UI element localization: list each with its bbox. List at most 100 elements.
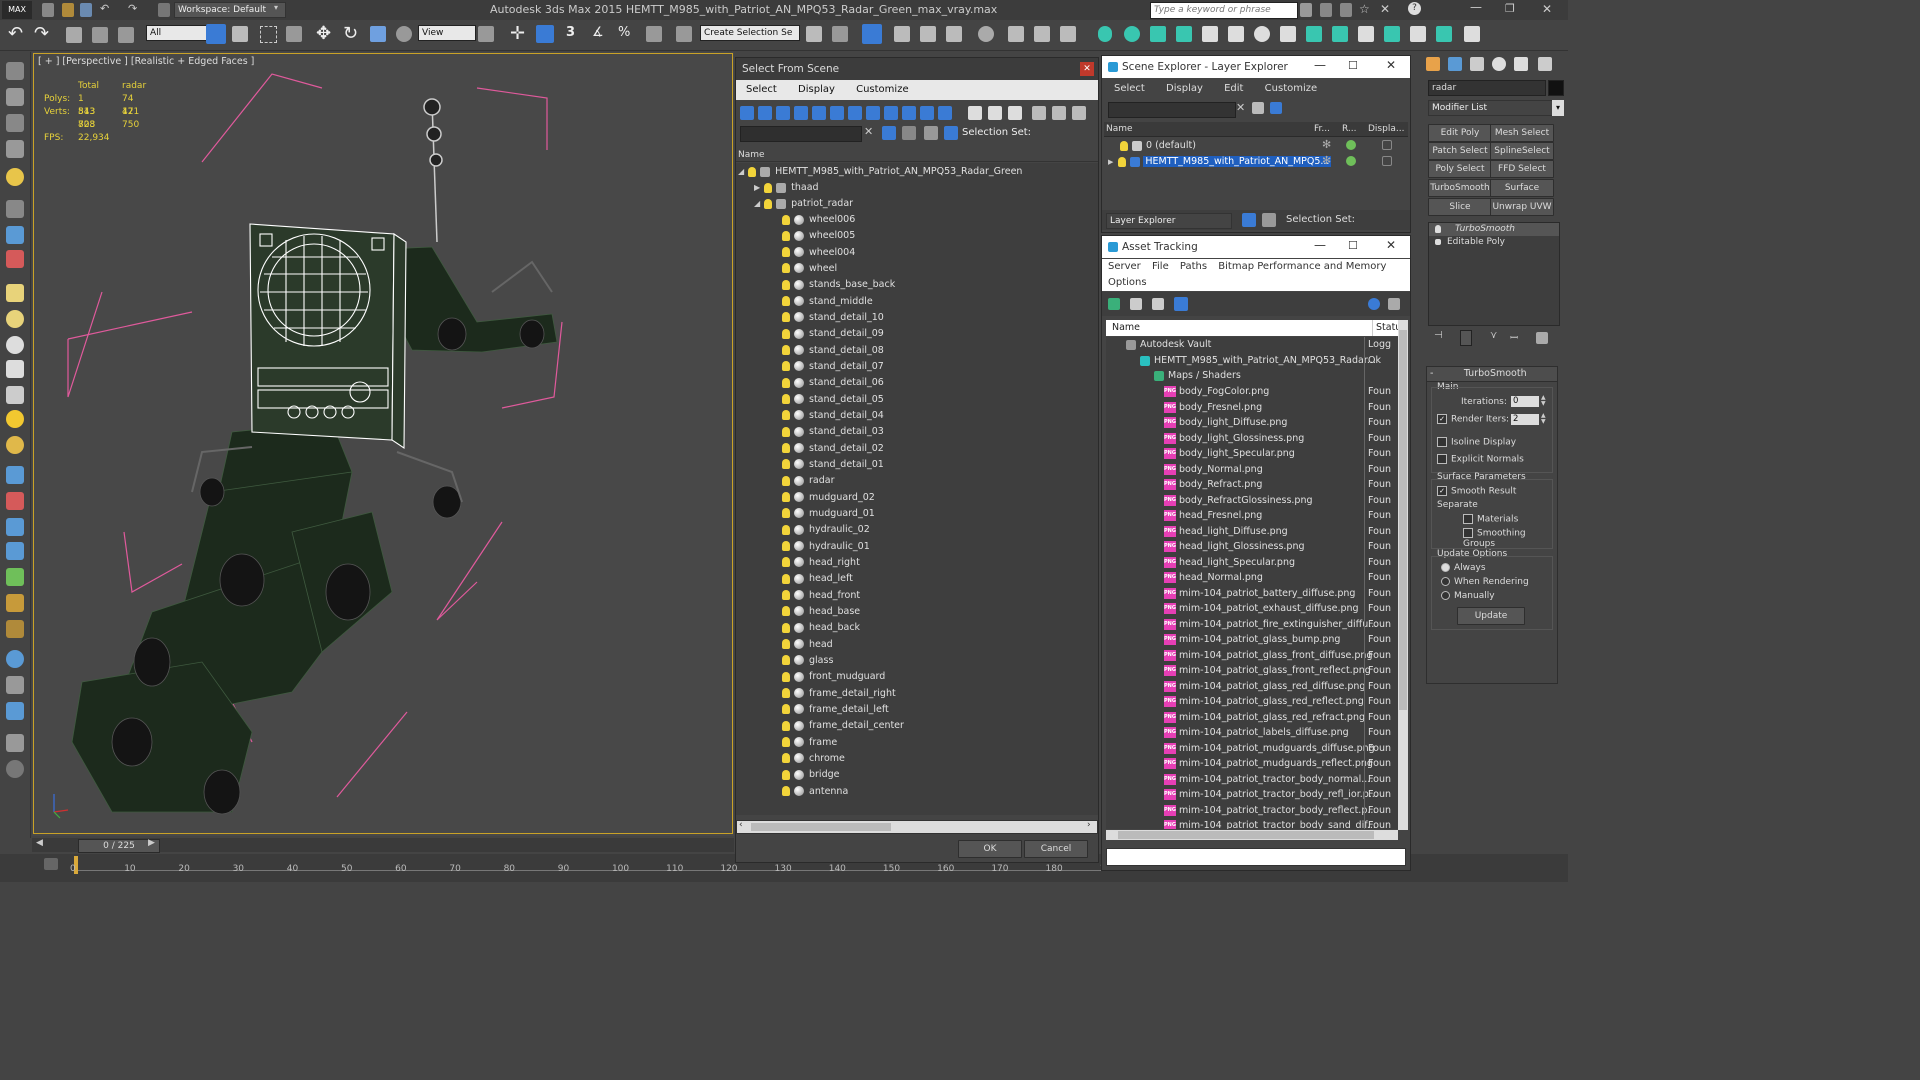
light-bulb-icon[interactable]: [782, 475, 790, 486]
display-spacewarps-icon[interactable]: [830, 106, 844, 120]
pivot-center-icon[interactable]: [478, 26, 494, 42]
create-tab-icon[interactable]: [1426, 57, 1440, 71]
smooth-result-checkbox[interactable]: ✓ Smooth Result: [1437, 486, 1516, 497]
object-list-row[interactable]: head_back: [782, 620, 860, 636]
se-clear-find-icon[interactable]: ✕: [1236, 101, 1245, 114]
bones-icon[interactable]: [6, 518, 24, 536]
object-color-swatch[interactable]: [1548, 80, 1564, 96]
ok-button[interactable]: OK: [958, 840, 1022, 858]
texture-file-row[interactable]: PNG mim-104_patriot_tractor_body_refl_ior…: [1164, 787, 1378, 803]
move-icon[interactable]: ✥: [316, 23, 331, 44]
update-button[interactable]: Update: [1457, 607, 1525, 625]
object-list-row[interactable]: stand_detail_01: [782, 457, 884, 473]
surface-select-button[interactable]: Surface Select: [1490, 179, 1554, 209]
scroll-right-icon[interactable]: ›: [1087, 820, 1091, 830]
object-list-row[interactable]: frame_detail_center: [782, 718, 904, 734]
configure-sets-icon[interactable]: [1536, 332, 1548, 344]
object-list-row[interactable]: wheel: [782, 261, 837, 277]
scale-icon[interactable]: [370, 26, 386, 42]
se-menu-edit[interactable]: Edit: [1224, 83, 1243, 94]
sun-light-icon[interactable]: [6, 410, 24, 428]
light-bulb-icon[interactable]: [782, 328, 790, 339]
cone-primitive-icon[interactable]: [6, 360, 24, 378]
remove-modifier-icon[interactable]: ꟷ: [1510, 330, 1518, 344]
modifier-list-dropdown[interactable]: Modifier List: [1428, 100, 1560, 116]
asset-row[interactable]: Maps / Shaders: [1154, 368, 1241, 384]
asset-table[interactable]: Autodesk Vault HEMTT_M985_with_Patriot_A…: [1106, 337, 1398, 829]
display-bones-icon[interactable]: [884, 106, 898, 120]
snaps-toggle-icon[interactable]: 3: [566, 25, 575, 40]
texture-file-row[interactable]: PNG mim-104_patriot_glass_red_reflect.png: [1164, 694, 1364, 710]
display-xrefs-icon[interactable]: [866, 106, 880, 120]
render-teapot-icon[interactable]: [1346, 140, 1356, 150]
display-none-icon[interactable]: [988, 106, 1002, 120]
redo-small-icon[interactable]: ↷: [128, 2, 137, 15]
display-all-icon[interactable]: [968, 106, 982, 120]
light-bulb-icon[interactable]: [782, 361, 790, 372]
display-cameras-icon[interactable]: [794, 106, 808, 120]
collapse-arrow-icon[interactable]: ◢: [754, 199, 760, 208]
layer-row[interactable]: 0 (default): [1120, 138, 1196, 154]
save-file-icon[interactable]: [80, 3, 92, 17]
light-bulb-icon[interactable]: [782, 312, 790, 323]
vray-camera-icon[interactable]: [1410, 26, 1426, 42]
at-menu-file[interactable]: File: [1152, 261, 1169, 272]
torus-icon[interactable]: [6, 436, 24, 454]
texture-file-row[interactable]: PNG body_RefractGlossiness.png: [1164, 493, 1313, 509]
globe-icon[interactable]: [6, 650, 24, 668]
checkbox-icon[interactable]: [1463, 528, 1473, 538]
object-list-row[interactable]: stand_middle: [782, 294, 873, 310]
explorer-type-dropdown[interactable]: Layer Explorer: [1106, 213, 1232, 229]
render-iters-spinner[interactable]: 2: [1511, 414, 1539, 425]
vray-toolbar-icon[interactable]: [1436, 26, 1452, 42]
texture-file-row[interactable]: PNG body_FogColor.png: [1164, 384, 1269, 400]
checkbox-icon[interactable]: [1437, 437, 1447, 447]
tools-icon[interactable]: [1320, 3, 1332, 17]
stack-item-editable-poly[interactable]: Editable Poly: [1429, 236, 1559, 249]
explicit-normals-checkbox[interactable]: Explicit Normals: [1437, 454, 1524, 465]
menu-display[interactable]: Display: [798, 84, 835, 95]
light-bulb-icon[interactable]: [782, 704, 790, 715]
at-menu-bitmap[interactable]: Bitmap Performance and Memory: [1218, 261, 1386, 272]
vray-light-icon[interactable]: [1098, 26, 1112, 42]
iterations-spinner[interactable]: 0: [1511, 396, 1539, 407]
texture-file-row[interactable]: PNG head_light_Diffuse.png: [1164, 524, 1288, 540]
light-bulb-icon[interactable]: [782, 508, 790, 519]
texture-file-row[interactable]: PNG mim-104_patriot_glass_bump.png: [1164, 632, 1340, 648]
hierarchy-icon[interactable]: [6, 200, 24, 218]
texture-file-row[interactable]: PNG mim-104_patriot_tractor_body_sand_dif…: [1164, 818, 1376, 829]
object-list-row[interactable]: head_base: [782, 604, 860, 620]
vray-ies-icon[interactable]: [1384, 26, 1400, 42]
object-paint-icon[interactable]: [6, 140, 24, 158]
light-bulb-icon[interactable]: [782, 655, 790, 666]
search-input[interactable]: Type a keyword or phrase: [1151, 5, 1271, 15]
vray-material-icon[interactable]: [1306, 26, 1322, 42]
vray-plane-icon[interactable]: [1228, 26, 1244, 42]
checkbox-icon[interactable]: [1437, 454, 1447, 464]
light-bulb-icon[interactable]: [782, 377, 790, 388]
motion-icon[interactable]: [6, 226, 24, 244]
texture-file-row[interactable]: PNG mim-104_patriot_exhaust_diffuse.png: [1164, 601, 1359, 617]
se-menu-select[interactable]: Select: [1114, 83, 1145, 94]
pin-stack-icon[interactable]: ⊣: [1434, 330, 1443, 341]
object-list-row[interactable]: head_front: [782, 588, 860, 604]
object-list-row[interactable]: front_mudguard: [782, 669, 885, 685]
undo-small-icon[interactable]: ↶: [100, 2, 109, 15]
object-list-row[interactable]: head_right: [782, 555, 860, 571]
script-icon[interactable]: [6, 676, 24, 694]
edit-poly-button[interactable]: Edit Poly: [1428, 124, 1492, 142]
object-list-row[interactable]: wheel006: [782, 212, 855, 228]
at-menu-server[interactable]: Server: [1108, 261, 1141, 272]
light-bulb-icon[interactable]: [782, 769, 790, 780]
horizontal-scrollbar[interactable]: ‹ ›: [736, 820, 1098, 834]
display-hidden-icon[interactable]: [938, 106, 952, 120]
dynamics-icon[interactable]: [6, 492, 24, 510]
modeling-tools-icon[interactable]: [6, 88, 24, 106]
manually-radio[interactable]: Manually: [1441, 591, 1495, 601]
display-tab-icon[interactable]: [1514, 57, 1528, 71]
slice-button[interactable]: Slice: [1428, 198, 1492, 216]
highlight-icon[interactable]: [902, 126, 916, 140]
tree-group-row[interactable]: ◢ patriot_radar: [754, 196, 853, 212]
texture-file-row[interactable]: PNG head_Normal.png: [1164, 570, 1263, 586]
edit-named-selection-icon[interactable]: [676, 26, 692, 42]
